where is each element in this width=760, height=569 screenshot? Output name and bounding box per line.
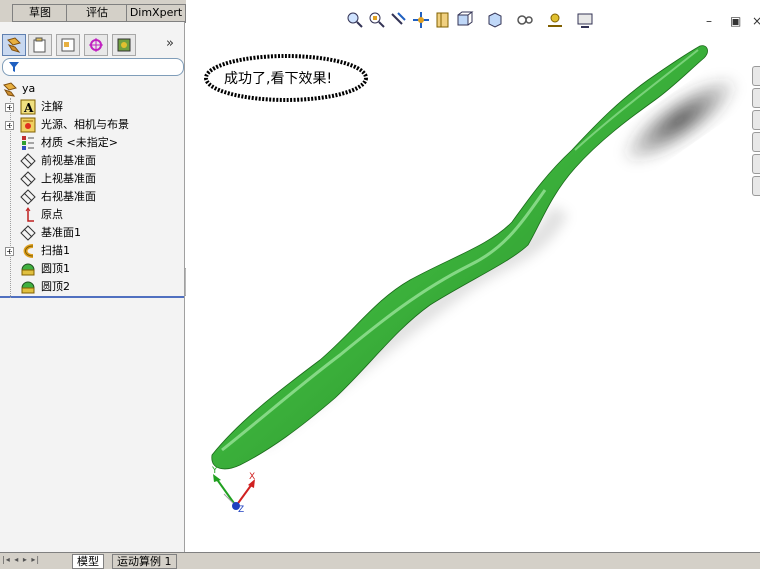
tab-dimxpert[interactable]: DimXpert [126,4,186,22]
feature-manager-toolbar: » [0,32,184,58]
graphics-area[interactable]: 成功了,看下效果! Y X Z [186,0,760,552]
sweep-icon [23,244,34,258]
lights-cameras-icon [20,117,36,133]
triad-y-label: Y [212,466,218,476]
plane-icon [20,189,36,205]
swept-body[interactable] [211,45,708,470]
plane-icon [20,225,36,241]
view-settings-icon[interactable] [575,10,595,30]
tree-item-dome2[interactable]: 圆顶2 [0,278,184,298]
tree-item-front-plane[interactable]: 前视基准面 [0,152,184,170]
tree-item-label: 前视基准面 [41,154,96,167]
close-icon[interactable]: × [752,14,760,28]
task-pane-library-tab[interactable] [752,88,760,108]
triad-x-label: X [249,472,256,482]
tree-item-label: 上视基准面 [41,172,96,185]
triad-z-label: Z [238,505,245,515]
tree-item-label: 圆顶1 [41,262,70,275]
property-icon [33,37,46,53]
annotations-icon: A [20,99,36,115]
material-icon [22,136,34,150]
tree-item-label: 材质 <未指定> [41,136,118,149]
dome-icon [21,281,35,294]
tree-item-annotations[interactable]: + A 注解 [0,98,184,116]
filter-icon [9,62,19,72]
tab-model[interactable]: 模型 [72,554,104,569]
task-pane-custom-tab[interactable] [752,176,760,196]
restore-icon[interactable]: ▣ [730,14,741,28]
plane-icon [20,171,36,187]
zoom-to-area-icon[interactable] [367,10,387,30]
callout-text: 成功了,看下效果! [224,71,333,87]
tree-item-sweep1[interactable]: + 扫描1 [0,242,184,260]
hide-show-items-icon[interactable] [485,10,505,30]
tree-item-top-plane[interactable]: 上视基准面 [0,170,184,188]
edit-appearance-icon[interactable] [515,10,535,30]
origin-icon [25,207,34,222]
tree-item-label: 原点 [41,208,63,221]
view-orientation-icon[interactable] [433,10,453,30]
tree-item-lights[interactable]: + 光源、相机与布景 [0,116,184,134]
tree-item-label: 基准面1 [41,226,81,239]
tree-item-dome1[interactable]: 圆顶1 [0,260,184,278]
feature-tree-icon [7,37,21,53]
tab-sketch[interactable]: 草图 [12,4,68,22]
task-pane-appearance-tab[interactable] [752,154,760,174]
plane-icon [20,153,36,169]
tree-item-plane1[interactable]: 基准面1 [0,224,184,242]
apply-scene-icon[interactable] [545,10,565,30]
tree-root[interactable]: ya [0,80,184,98]
tree-root-label: ya [22,82,36,95]
tree-item-right-plane[interactable]: 右视基准面 [0,188,184,206]
crosshair-icon [89,38,103,52]
display-icon [117,38,131,52]
feature-tree: ya + A 注解 + 光源、相机与布景 材质 <未指定> 前视基准面 上视基准… [0,80,184,298]
display-manager-tab[interactable] [112,34,136,56]
tab-scroll-arrows-icon[interactable]: |◂ ◂ ▸ ▸| [2,555,40,564]
tab-motion-study[interactable]: 运动算例 1 [112,554,177,569]
dome-icon [21,263,35,276]
task-pane-explorer-tab[interactable] [752,110,760,130]
tree-item-label: 右视基准面 [41,190,96,203]
filter-input[interactable] [2,58,184,76]
feature-manager-panel: » ya + A 注解 + 光源、相机与布景 材质 <未指定> 前视基准面 上视… [0,22,185,552]
bottom-tab-bar: |◂ ◂ ▸ ▸| 模型 运动算例 1 [0,552,760,569]
feature-tree-tab[interactable] [2,34,26,56]
tree-item-label: 注解 [41,100,63,113]
task-pane-search-tab[interactable] [752,132,760,152]
body-highlight [221,189,547,452]
tree-item-label: 圆顶2 [41,280,70,293]
tree-item-material[interactable]: 材质 <未指定> [0,134,184,152]
configuration-manager-tab[interactable] [56,34,80,56]
tree-item-label: 光源、相机与布景 [41,118,129,131]
tab-evaluate[interactable]: 评估 [66,4,128,22]
task-pane-home-tab[interactable] [752,66,760,86]
minimize-icon[interactable]: – [706,14,712,28]
property-manager-tab[interactable] [28,34,52,56]
dimxpert-manager-tab[interactable] [84,34,108,56]
chevron-right-icon[interactable]: » [166,36,174,51]
svg-text:A: A [23,101,34,115]
section-view-icon[interactable] [411,10,431,30]
tree-guide-line [10,98,12,298]
display-style-icon[interactable] [455,10,475,30]
previous-view-icon[interactable] [389,10,409,30]
part-icon [3,82,17,97]
task-pane-tabs [752,66,760,210]
command-manager-tabs: 草图 评估 DimXpert [0,0,186,23]
zoom-to-fit-icon[interactable] [345,10,365,30]
configuration-icon [61,38,75,52]
tree-item-origin[interactable]: 原点 [0,206,184,224]
tree-item-label: 扫描1 [41,244,70,257]
